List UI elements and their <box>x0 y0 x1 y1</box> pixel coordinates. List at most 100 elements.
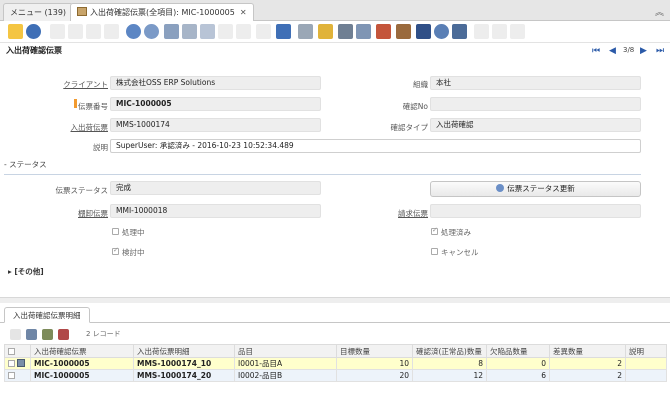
column-header[interactable]: 入出荷伝票明細 <box>133 344 235 358</box>
inventory-field[interactable]: MMI-1000018 <box>110 204 321 218</box>
column-header[interactable]: 確認済(正常品)数量 <box>412 344 487 358</box>
column-header[interactable]: 目標数量 <box>336 344 413 358</box>
grid-cell[interactable]: 12 <box>412 369 487 382</box>
grid-select-all[interactable] <box>4 344 31 358</box>
grid-cell[interactable]: 6 <box>486 369 550 382</box>
export-icon[interactable] <box>474 24 489 39</box>
update-status-button[interactable]: 伝票ステータス更新 <box>430 181 641 197</box>
attachment-icon[interactable] <box>164 24 179 39</box>
grid-cell[interactable] <box>625 369 667 382</box>
previous-record-icon[interactable]: ◀ <box>609 46 616 56</box>
grid-cell[interactable] <box>625 357 667 370</box>
help-icon[interactable] <box>26 24 41 39</box>
description-field[interactable]: SuperUser: 承認済み - 2016-10-23 10:52:34.48… <box>110 139 641 153</box>
processing-label: 処理中 <box>122 228 145 237</box>
approved-checkbox[interactable] <box>112 246 119 255</box>
org-field[interactable]: 本社 <box>430 76 641 90</box>
grid-cell[interactable]: MIC-1000005 <box>30 369 134 382</box>
last-record-icon[interactable]: ⏭ <box>656 46 664 56</box>
column-header[interactable]: 説明 <box>625 344 667 358</box>
home-icon[interactable] <box>236 24 251 39</box>
column-header[interactable]: 品目 <box>234 344 337 358</box>
customize-icon[interactable] <box>510 24 525 39</box>
workflow-icon[interactable] <box>396 24 411 39</box>
inout-field[interactable]: MMS-1000174 <box>110 118 321 132</box>
select-all-checkbox[interactable] <box>8 347 15 355</box>
grid-cell[interactable]: 2 <box>549 357 626 370</box>
archive-icon[interactable] <box>318 24 333 39</box>
document-icon <box>77 7 87 16</box>
processed-checkbox[interactable] <box>431 226 438 235</box>
detail-edit-icon[interactable] <box>26 329 37 340</box>
print-preview-icon[interactable] <box>356 24 371 39</box>
tab-detail-lines[interactable]: 入出荷確認伝票明細 <box>4 307 90 323</box>
database-icon[interactable] <box>416 24 431 39</box>
cancelled-checkbox[interactable] <box>431 248 438 255</box>
doc-status-field[interactable]: 完成 <box>110 181 321 195</box>
lightbulb-icon[interactable] <box>8 24 23 39</box>
detail-record-icon[interactable] <box>276 24 291 39</box>
detail-delete-icon[interactable] <box>42 329 53 340</box>
tab-menu[interactable]: メニュー (139) <box>3 3 74 21</box>
save-icon[interactable] <box>104 24 119 39</box>
tab-inout-confirm[interactable]: 入出荷確認伝票(全項目): MIC-1000005 ✕ <box>70 3 254 22</box>
grid-cell[interactable]: MMS-1000174_10 <box>133 357 235 370</box>
next-record-icon[interactable]: ▶ <box>640 46 647 56</box>
grid-cell[interactable]: 0 <box>486 357 550 370</box>
grid-cell[interactable]: MIC-1000005 <box>30 357 134 370</box>
record-count: 3/8 <box>623 46 635 54</box>
grid-cell[interactable]: I0002-品目B <box>234 369 337 382</box>
new-record-icon[interactable] <box>50 24 65 39</box>
cancelled-label: キャンセル <box>441 248 479 257</box>
confirm-no-field[interactable] <box>430 97 641 111</box>
table-row[interactable]: MIC-1000005 MMS-1000174_20 I0002-品目B 20 … <box>4 369 667 382</box>
grid-cell[interactable]: 2 <box>549 369 626 382</box>
parent-record-icon[interactable] <box>256 24 271 39</box>
update-status-button-label: 伝票ステータス更新 <box>507 184 575 193</box>
grid-cell[interactable]: I0001-品目A <box>234 357 337 370</box>
invoice-field[interactable] <box>430 204 641 218</box>
double-chevron-up-icon[interactable]: ︽ <box>655 5 664 18</box>
table-row[interactable]: MIC-1000005 MMS-1000174_10 I0001-品目A 10 … <box>4 357 667 370</box>
gear-icon[interactable] <box>434 24 449 39</box>
column-header[interactable]: 差異数量 <box>549 344 626 358</box>
report-icon[interactable] <box>298 24 313 39</box>
doc-no-field[interactable]: MIC-1000005 <box>110 97 321 111</box>
client-label: クライアント <box>63 80 108 89</box>
copy-record-icon[interactable] <box>68 24 83 39</box>
row-checkbox[interactable] <box>8 372 15 379</box>
grid-cell[interactable]: MMS-1000174_20 <box>133 369 235 382</box>
column-header[interactable]: 入出荷確認伝票 <box>30 344 134 358</box>
close-icon[interactable]: ✕ <box>240 8 247 17</box>
row-select-cell[interactable] <box>4 369 31 382</box>
splitter-handle[interactable] <box>0 297 670 303</box>
edit-row-icon[interactable] <box>17 359 26 367</box>
grid-cell[interactable]: 10 <box>336 357 413 370</box>
chat-icon[interactable] <box>182 24 197 39</box>
grid-toggle-icon[interactable] <box>200 24 215 39</box>
processed-label: 処理済み <box>441 228 471 237</box>
delete-icon[interactable] <box>86 24 101 39</box>
column-header[interactable]: 欠陥品数量 <box>486 344 550 358</box>
detail-tab-divider <box>0 322 670 323</box>
detail-new-icon[interactable] <box>10 329 21 340</box>
confirm-type-field[interactable]: 入出荷確認 <box>430 118 641 132</box>
confirm-no-label: 確認No <box>402 102 428 111</box>
grid-cell[interactable]: 8 <box>412 357 487 370</box>
first-record-icon[interactable]: ⏮ <box>592 46 600 56</box>
processing-checkbox[interactable] <box>112 228 119 235</box>
row-checkbox[interactable] <box>8 360 15 367</box>
client-field[interactable]: 株式会社OSS ERP Solutions <box>110 76 321 90</box>
print-icon[interactable] <box>338 24 353 39</box>
detail-save-icon[interactable] <box>58 329 69 340</box>
refresh-icon[interactable] <box>126 24 141 39</box>
grid-cell[interactable]: 20 <box>336 369 413 382</box>
zoom-across-icon[interactable] <box>376 24 391 39</box>
history-icon[interactable] <box>218 24 233 39</box>
other-section-toggle[interactable]: ▸ [その他] <box>8 266 44 277</box>
row-select-cell[interactable] <box>4 357 31 370</box>
process-icon[interactable] <box>452 24 467 39</box>
search-icon[interactable] <box>144 24 159 39</box>
status-section-toggle[interactable]: - ステータス <box>4 159 47 170</box>
import-icon[interactable] <box>492 24 507 39</box>
